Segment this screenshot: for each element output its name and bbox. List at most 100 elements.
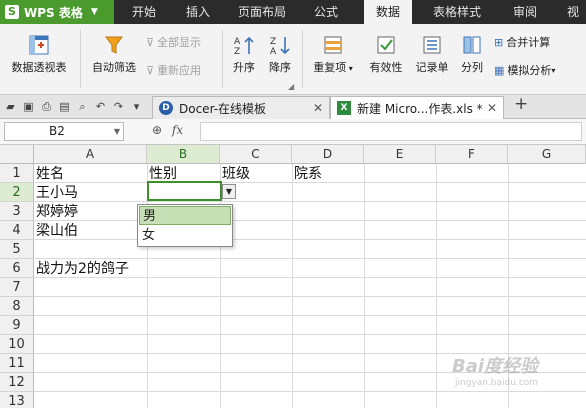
validity-icon (377, 36, 395, 54)
auto-filter-button[interactable]: 自动筛选 (86, 34, 142, 75)
tab-insert[interactable]: 插入 (172, 0, 224, 24)
column-header-f[interactable]: F (436, 145, 508, 164)
cell-c1[interactable]: 班级 (220, 164, 250, 183)
validation-dropdown-arrow-icon[interactable]: ▼ (222, 184, 236, 199)
row-header-1[interactable]: 1 (0, 164, 34, 183)
pivot-table-button[interactable]: 数据透视表 (6, 34, 72, 75)
divider (302, 30, 303, 88)
gridline (34, 334, 586, 335)
row-header-6[interactable]: 6 (0, 259, 34, 278)
divider (222, 30, 223, 88)
split-column-icon (463, 36, 481, 54)
duplicates-label: 重复项 (313, 61, 347, 74)
row-header-11[interactable]: 11 (0, 354, 34, 373)
chevron-down-icon: ▾ (346, 64, 353, 73)
print-icon[interactable]: ⎙ (40, 100, 53, 113)
zoom-search-icon[interactable]: ⊕ (152, 123, 162, 137)
open-folder-icon[interactable]: ▰ (4, 100, 17, 113)
tab-formula[interactable]: 公式 (300, 0, 352, 24)
tab-view[interactable]: 视 (560, 0, 586, 24)
row-header-5[interactable]: 5 (0, 240, 34, 259)
row-header-4[interactable]: 4 (0, 221, 34, 240)
print-preview-icon[interactable]: ▤ (58, 100, 71, 113)
validation-dropdown-list: 男 女 (137, 204, 233, 247)
tab-page-layout[interactable]: 页面布局 (226, 0, 298, 24)
show-all-button[interactable]: ⊽ 全部显示 (146, 34, 201, 50)
row-header-10[interactable]: 10 (0, 335, 34, 354)
tab-table-style[interactable]: 表格样式 (422, 0, 492, 24)
tab-workbook[interactable]: X 新建 Micro...作表.xls * ✕ (330, 96, 504, 119)
svg-text:A: A (234, 37, 241, 47)
chevron-down-icon: ▾ (551, 65, 556, 75)
wps-logo-icon: S (5, 5, 19, 19)
cell-a4[interactable]: 梁山伯 (34, 221, 78, 240)
row-header-8[interactable]: 8 (0, 297, 34, 316)
save-icon[interactable]: ▣ (22, 100, 35, 113)
app-menu-button[interactable]: S WPS 表格 ▼ (0, 0, 114, 24)
tab-data[interactable]: 数据 (364, 0, 412, 24)
close-icon[interactable]: ✕ (313, 101, 323, 115)
dropdown-option-male[interactable]: 男 (139, 206, 231, 225)
sort-ascending-label: 升序 (233, 61, 255, 74)
chevron-down-icon[interactable]: ▼ (114, 123, 120, 140)
tab-docer-templates[interactable]: D Docer-在线模板 ✕ (152, 96, 330, 119)
record-form-button[interactable]: 记录单 (412, 34, 452, 75)
customize-chevron-icon[interactable]: ▾ (130, 100, 143, 113)
excel-icon: X (337, 101, 351, 115)
sort-ascending-button[interactable]: A Z 升序 (228, 34, 260, 75)
cell-a1[interactable]: 姓名 (34, 164, 64, 183)
group-expand-icon[interactable]: ◢ (288, 82, 294, 91)
show-all-label: 全部显示 (157, 36, 202, 49)
simulate-analysis-button[interactable]: ▦ 模拟分析 ▾ (494, 62, 555, 78)
new-tab-plus-icon[interactable]: + (514, 96, 528, 113)
validity-button[interactable]: 有效性 (364, 34, 408, 75)
row-header-7[interactable]: 7 (0, 278, 34, 297)
duplicates-button[interactable]: 重复项 ▾ (308, 34, 358, 75)
undo-icon[interactable]: ↶ (94, 100, 107, 113)
redo-icon[interactable]: ↷ (112, 100, 125, 113)
svg-text:A: A (270, 47, 277, 56)
row-header-13[interactable]: 13 (0, 392, 34, 408)
formula-bar: B2 ▼ ⊕ fx (0, 119, 586, 145)
document-tab-bar: ▰ ▣ ⎙ ▤ ⌕ ↶ ↷ ▾ D Docer-在线模板 ✕ X 新建 Micr… (0, 95, 586, 119)
name-box[interactable]: B2 ▼ (4, 122, 124, 141)
duplicates-icon (324, 36, 342, 54)
merge-calc-button[interactable]: ⊞ 合并计算 (494, 34, 550, 50)
row-header-3[interactable]: 3 (0, 202, 34, 221)
ribbon-toolbar: 数据透视表 自动筛选 ⊽ 全部显示 ⊽ 重新应用 A Z 升序 Z A 降序 ◢ (0, 24, 586, 95)
tab-review[interactable]: 审阅 (502, 0, 548, 24)
dropdown-option-female[interactable]: 女 (139, 226, 231, 245)
svg-text:Z: Z (234, 47, 240, 56)
chevron-down-icon: ▼ (90, 7, 98, 17)
reapply-button[interactable]: ⊽ 重新应用 (146, 62, 201, 78)
svg-text:Z: Z (270, 37, 276, 47)
merge-calc-icon: ⊞ (494, 35, 504, 49)
column-header-d[interactable]: D (292, 145, 364, 164)
formula-input[interactable] (200, 122, 582, 141)
column-header-b[interactable]: B (147, 145, 220, 164)
row-header-12[interactable]: 12 (0, 373, 34, 392)
sort-descending-button[interactable]: Z A 降序 (264, 34, 296, 75)
active-cell-b2[interactable] (147, 181, 222, 201)
cell-a3[interactable]: 郑婷婷 (34, 202, 78, 221)
cell-a6[interactable]: 战力为2的鸽子 (34, 259, 129, 278)
column-header-c[interactable]: C (220, 145, 292, 164)
row-header-2[interactable]: 2 (0, 183, 34, 202)
tab-home[interactable]: 开始 (118, 0, 170, 24)
search-icon[interactable]: ⌕ (76, 100, 89, 113)
simulate-analysis-icon: ▦ (494, 63, 505, 77)
column-header-e[interactable]: E (364, 145, 436, 164)
cell-d1[interactable]: 院系 (292, 164, 322, 183)
fx-icon[interactable]: fx (172, 123, 183, 137)
select-all-corner[interactable] (0, 145, 34, 164)
column-header-g[interactable]: G (508, 145, 586, 164)
filter-icon (105, 36, 123, 54)
app-title: WPS 表格 (24, 5, 83, 20)
row-header-9[interactable]: 9 (0, 316, 34, 335)
close-icon[interactable]: ✕ (487, 101, 497, 115)
cell-a2[interactable]: 王小马 (34, 183, 78, 202)
gridline (34, 201, 586, 202)
column-header-a[interactable]: A (34, 145, 147, 164)
split-column-button[interactable]: 分列 (456, 34, 488, 75)
menu-bar: S WPS 表格 ▼ 开始 插入 页面布局 公式 数据 表格样式 审阅 视 (0, 0, 586, 24)
